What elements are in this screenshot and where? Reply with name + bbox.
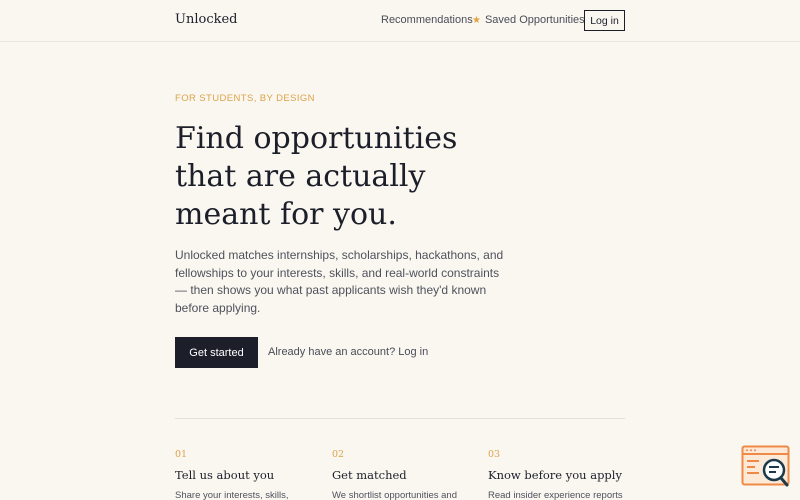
search-help-icon[interactable] [741,445,791,490]
nav-recommendations[interactable]: Recommendations [381,14,473,26]
step-description: We shortlist opportunities and [332,490,457,500]
hero-title: Find opportunities that are actually mea… [175,121,458,232]
nav-saved-opportunities[interactable]: ★ Saved Opportunities [472,14,585,26]
step-1: 01 Tell us about you Share your interest… [175,449,315,500]
star-icon: ★ [472,15,481,26]
step-title: Know before you apply [488,468,622,482]
brand-logo[interactable]: Unlocked [175,12,238,27]
step-3: 03 Know before you apply Read insider ex… [488,449,628,500]
nav-saved-label: Saved Opportunities [484,14,585,26]
top-navigation: Unlocked Recommendations ★ Saved Opportun… [0,0,800,42]
hero-description: Unlocked matches internships, scholarshi… [175,248,504,315]
step-description: Read insider experience reports [488,490,623,500]
step-number: 02 [332,449,345,460]
login-link[interactable]: Already have an account? Log in [268,346,428,358]
login-button[interactable]: Log in [584,10,625,31]
section-divider [175,418,625,419]
step-number: 03 [488,449,501,460]
step-number: 01 [175,449,188,460]
step-description: Share your interests, skills, [175,490,289,500]
step-title: Tell us about you [175,468,275,482]
step-title: Get matched [332,468,407,482]
get-started-button[interactable]: Get started [175,337,258,368]
step-2: 02 Get matched We shortlist opportunitie… [332,449,472,500]
hero-eyebrow: FOR STUDENTS, BY DESIGN [175,93,315,104]
